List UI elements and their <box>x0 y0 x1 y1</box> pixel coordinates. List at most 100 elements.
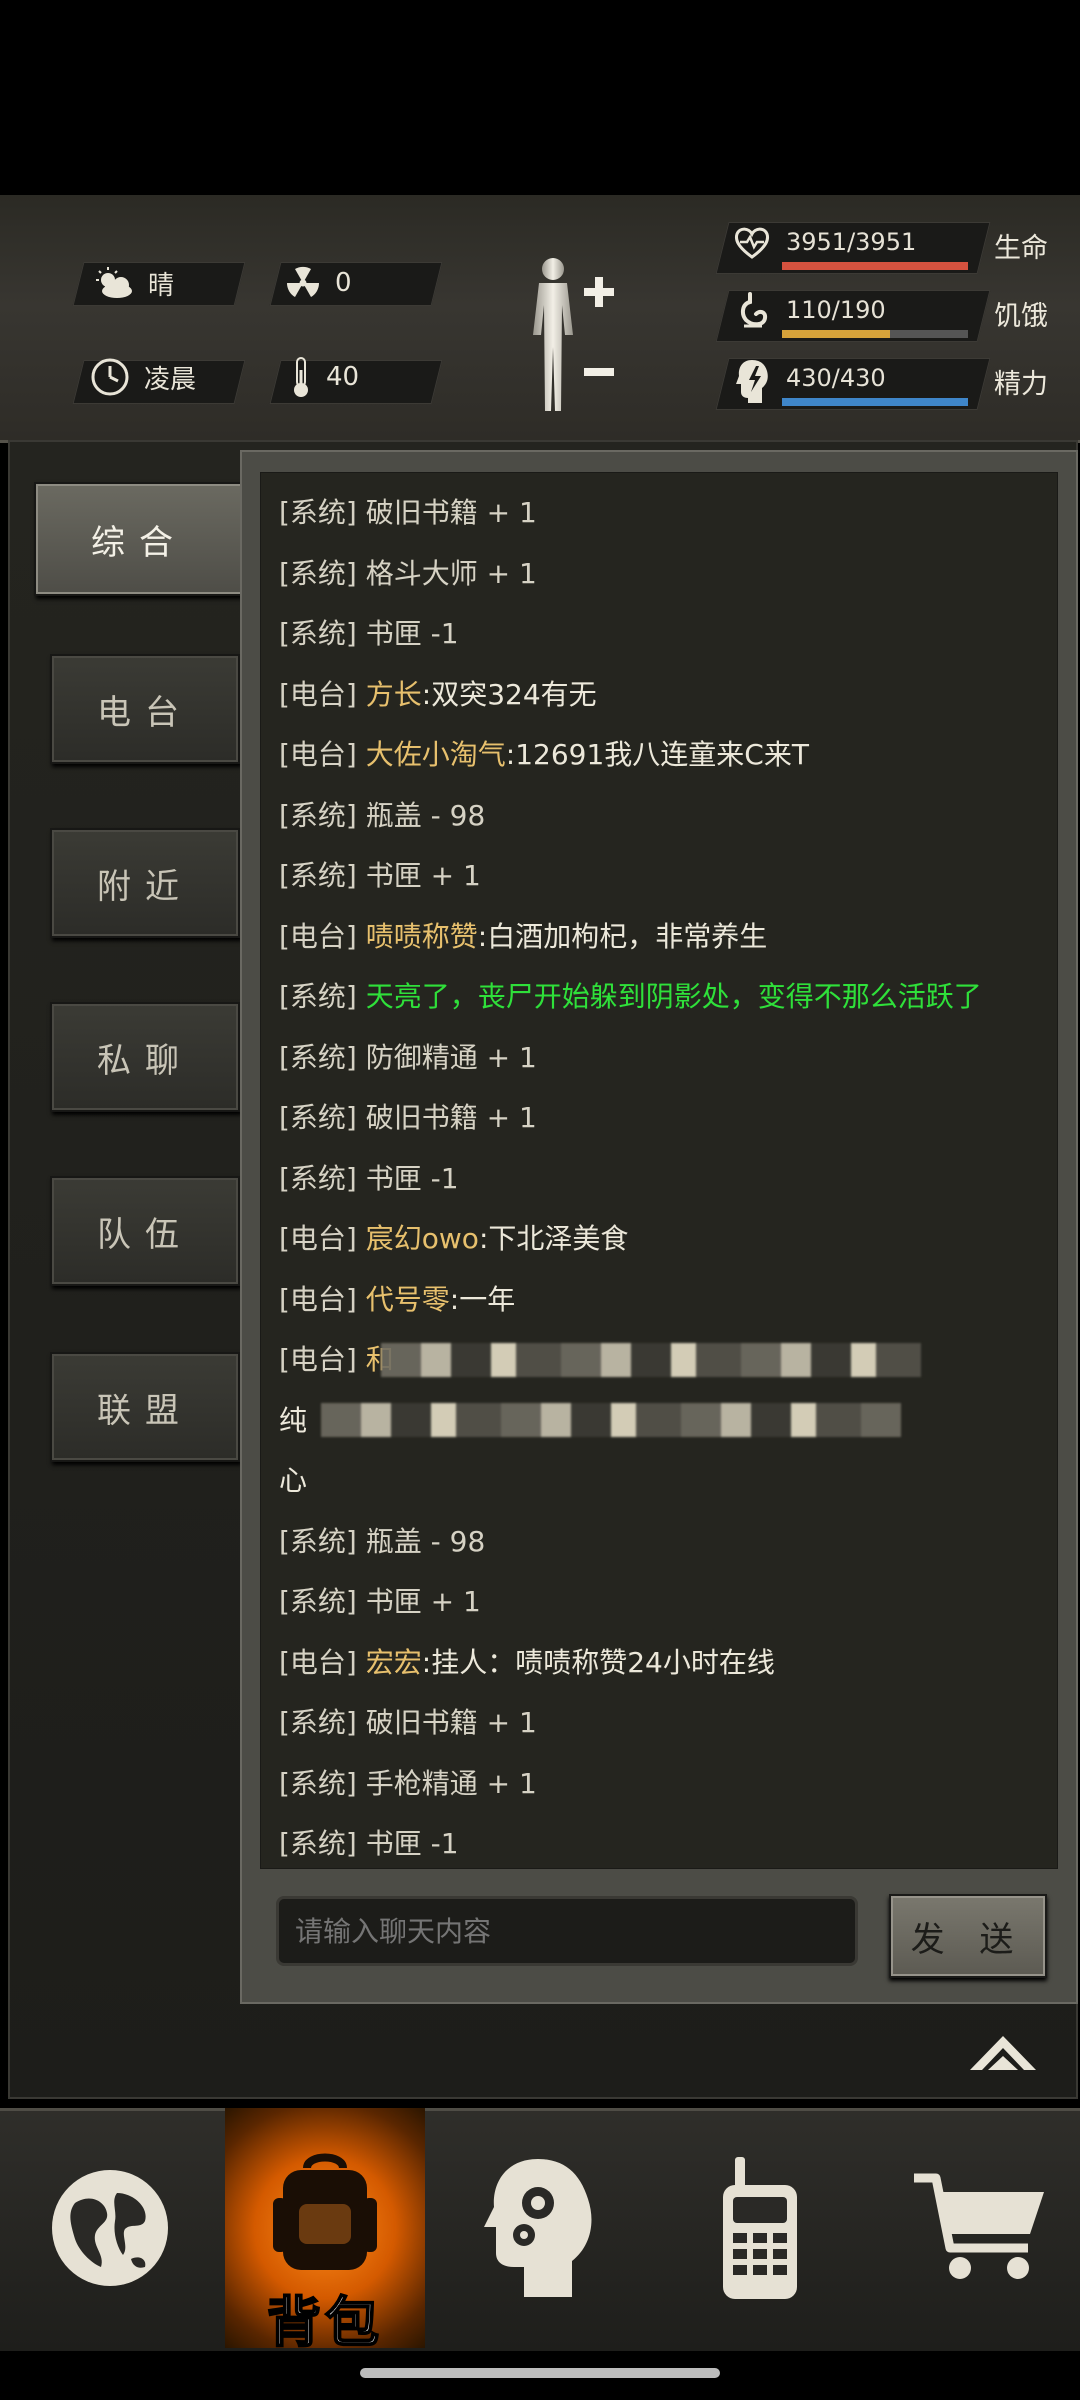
chat-channel-tag: [电台] <box>279 1222 357 1255</box>
globe-icon <box>52 2170 168 2286</box>
chat-line: [电台] 代号零:一年 <box>279 1278 515 1318</box>
chat-channel-tag: [系统] <box>279 1766 357 1800</box>
chat-message-text: 防御精通 + 1 <box>365 1040 537 1074</box>
chat-channel-tag: [系统] <box>279 496 357 529</box>
chat-sender-name[interactable]: 啧啧称赞 <box>366 920 478 953</box>
energy-bar-fill <box>782 398 968 406</box>
chat-line: [电台] 方长:双突324有无 <box>279 673 597 713</box>
send-button[interactable]: 发 送 <box>889 1894 1047 1978</box>
tab-team[interactable]: 队伍 <box>50 1176 240 1286</box>
chat-sender-name[interactable]: 大佐小淘气 <box>366 738 506 771</box>
health-bar <box>782 262 968 270</box>
weather-cloud-sun-icon <box>96 267 132 298</box>
tab-nearby[interactable]: 附近 <box>50 828 240 938</box>
chat-line: [系统] 瓶盖 - 98 <box>279 1520 485 1560</box>
clock-icon <box>91 358 129 396</box>
energy-head-icon <box>736 360 768 403</box>
chat-channel-tag: [电台] <box>279 738 357 771</box>
chat-message-text: :挂人：啧啧称赞24小时在线 <box>421 1645 775 1679</box>
chat-line: [系统] 格斗大师 + 1 <box>279 552 537 592</box>
energy-label: 精力 <box>994 369 1048 400</box>
temperature-value: 40 <box>326 362 360 392</box>
chat-line: [电台] 啧啧称赞:白酒加枸杞，非常养生 <box>279 915 767 955</box>
nav-map[interactable] <box>10 2108 210 2348</box>
chat-line: [系统] 天亮了，丧尸开始躲到阴影处，变得不那么活跃了 <box>279 975 982 1015</box>
chat-line: [电台] 宸幻owo:下北泽美食 <box>279 1217 628 1257</box>
chat-line: [系统] 书匣 -1 <box>279 1822 459 1862</box>
chat-message-text: :下北泽美食 <box>478 1222 629 1255</box>
chat-channel-tag: [系统] <box>279 1706 357 1739</box>
hunger-bar <box>782 330 968 338</box>
chat-channel-tag: [系统] <box>279 1827 357 1860</box>
nav-shop[interactable] <box>880 2108 1080 2348</box>
redacted-text <box>381 1343 921 1377</box>
chat-channel-tag: [系统] <box>279 798 357 832</box>
chat-channel-tag: [系统] <box>279 980 357 1013</box>
chat-message-text: 格斗大师 + 1 <box>365 556 537 590</box>
chat-channel-tag: [电台] <box>279 677 357 711</box>
chat-line: [系统] 书匣 -1 <box>279 612 459 652</box>
hunger-label: 饥饿 <box>994 301 1048 332</box>
chat-line: [系统] 破旧书籍 + 1 <box>279 1701 537 1741</box>
chat-sender-name[interactable]: 方长 <box>366 678 422 711</box>
chat-line: [系统] 书匣 + 1 <box>279 1580 481 1620</box>
chat-message-text: 瓶盖 - 98 <box>365 798 486 832</box>
temperature-pill: 40 <box>290 356 359 398</box>
chat-channel-tag: [系统] <box>279 1524 357 1558</box>
health-label: 生命 <box>994 233 1048 264</box>
chat-channel-tag: [系统] <box>279 859 357 892</box>
health-value: 3951/3951 <box>786 228 917 256</box>
chat-line: [电台] 和 <box>279 1338 394 1378</box>
chat-sender-name[interactable]: 宏宏 <box>366 1646 422 1679</box>
heart-icon <box>734 227 770 259</box>
chat-line: [电台] 宏宏:挂人：啧啧称赞24小时在线 <box>279 1641 775 1681</box>
energy-bar <box>782 398 968 406</box>
hunger-bar-fill <box>782 330 890 338</box>
nav-skills[interactable] <box>440 2108 640 2348</box>
chat-line: [系统] 手枪精通 + 1 <box>279 1762 537 1802</box>
chat-line: 心 <box>279 1459 307 1499</box>
chat-input[interactable] <box>276 1896 858 1966</box>
chat-channel-tag: [电台] <box>279 1282 357 1316</box>
chat-message-text: 手枪精通 + 1 <box>365 1766 537 1800</box>
tab-private[interactable]: 私聊 <box>50 1002 240 1112</box>
collapse-up-icon[interactable] <box>966 2030 1040 2074</box>
nav-radio[interactable] <box>660 2108 860 2348</box>
chat-line: [系统] 破旧书籍 + 1 <box>279 1096 537 1136</box>
chat-channel-tag: [系统] <box>279 1585 357 1618</box>
chat-line: [系统] 破旧书籍 + 1 <box>279 491 537 531</box>
chat-channel-tag: [电台] <box>279 919 357 953</box>
chat-message-text: 纯 <box>279 1403 308 1437</box>
home-indicator[interactable] <box>360 2368 720 2378</box>
chat-sender-name[interactable]: 宸幻owo <box>366 1222 479 1255</box>
chat-line: [电台] 大佐小淘气:12691我八连童来C来T <box>279 733 809 773</box>
head-gears-icon <box>484 2159 592 2297</box>
chat-line: [系统] 书匣 + 1 <box>279 854 481 894</box>
chat-message-text: 瓶盖 - 98 <box>365 1524 486 1558</box>
chat-line: [系统] 瓶盖 - 98 <box>279 794 485 834</box>
chat-message-text: 天亮了，丧尸开始躲到阴影处，变得不那么活跃了 <box>365 980 982 1013</box>
chat-message-text: 心 <box>279 1464 308 1497</box>
chat-message-text: 书匣 -1 <box>365 617 459 650</box>
time-value: 凌晨 <box>144 364 197 395</box>
backpack-icon <box>273 2153 377 2270</box>
tab-general[interactable]: 综合 <box>34 482 244 596</box>
chat-channel-tag: [系统] <box>279 1040 357 1074</box>
chat-message-text: :一年 <box>449 1282 516 1316</box>
chat-sender-name[interactable]: 代号零 <box>366 1283 450 1316</box>
stomach-icon <box>740 292 768 328</box>
body-status-icon[interactable] <box>515 255 625 415</box>
chat-message-text: 书匣 + 1 <box>365 859 481 892</box>
tab-alliance[interactable]: 联盟 <box>50 1352 240 1462</box>
tab-radio[interactable]: 电台 <box>50 654 240 764</box>
chat-message-text: 破旧书籍 + 1 <box>365 1101 537 1134</box>
chat-message-text: 书匣 + 1 <box>365 1585 481 1618</box>
chat-message-text: 书匣 -1 <box>365 1161 459 1195</box>
chat-line: [系统] 防御精通 + 1 <box>279 1036 537 1076</box>
chat-message-text: 破旧书籍 + 1 <box>365 1706 537 1739</box>
radiation-pill: 0 <box>285 262 352 304</box>
chat-log[interactable]: [系统] 破旧书籍 + 1 [系统] 格斗大师 + 1 [系统] 书匣 -1 [电台]… <box>260 472 1058 1869</box>
chat-channel-tag: [系统] <box>279 1101 357 1134</box>
thermometer-icon <box>294 357 308 397</box>
radiation-value: 0 <box>335 268 352 298</box>
